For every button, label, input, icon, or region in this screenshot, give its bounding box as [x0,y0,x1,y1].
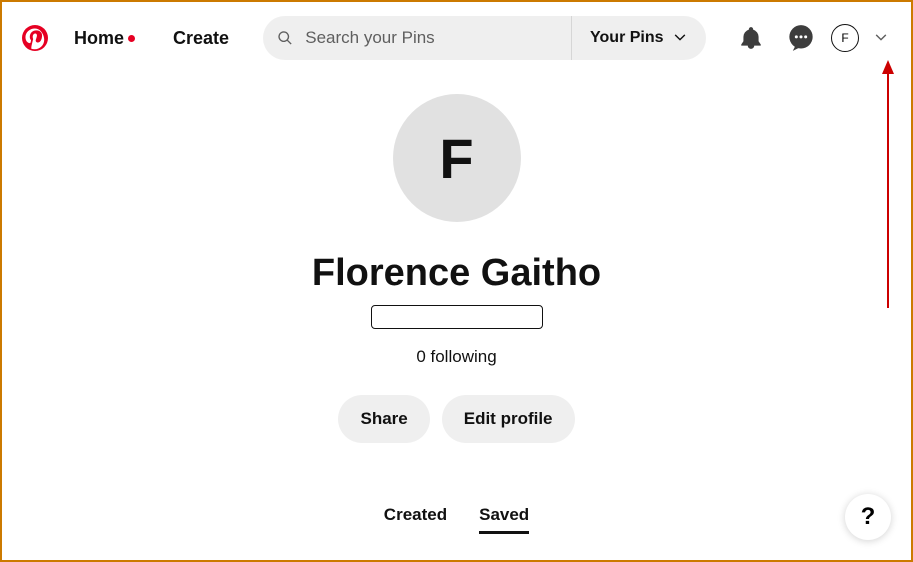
message-icon [787,24,815,52]
home-label: Home [74,28,124,49]
tab-saved[interactable]: Saved [479,505,529,534]
notifications-button[interactable] [731,18,771,58]
profile-section: F Florence Gaitho 0 following Share Edit… [2,74,911,534]
top-header: Home Create Your Pins [2,2,911,74]
profile-tabs: Created Saved [384,505,529,534]
header-avatar-initial: F [841,31,848,45]
following-count[interactable]: 0 following [416,347,496,367]
help-button[interactable]: ? [845,494,891,540]
create-link[interactable]: Create [159,28,243,49]
share-button[interactable]: Share [338,395,429,443]
messages-button[interactable] [781,18,821,58]
home-link[interactable]: Home [60,28,149,49]
create-label: Create [173,28,229,49]
search-filter-button[interactable]: Your Pins [571,16,706,60]
search-icon [277,29,293,47]
chevron-down-icon [672,30,688,46]
search-input[interactable] [305,28,557,48]
search-input-area[interactable] [263,28,571,48]
search-bar: Your Pins [263,16,706,60]
profile-avatar-initial: F [439,126,473,191]
tab-created[interactable]: Created [384,505,447,534]
search-filter-label: Your Pins [590,29,664,47]
notification-dot-icon [128,35,135,42]
profile-name: Florence Gaitho [312,252,601,295]
pinterest-logo[interactable] [20,23,50,53]
edit-profile-button[interactable]: Edit profile [442,395,575,443]
profile-avatar: F [393,94,521,222]
profile-actions: Share Edit profile [338,395,574,443]
bell-icon [738,25,764,51]
annotation-arrow-icon [875,60,901,310]
chevron-down-icon [873,30,889,46]
profile-id-box [371,305,543,329]
header-avatar[interactable]: F [831,24,859,52]
help-label: ? [861,503,876,531]
pinterest-icon [22,25,48,51]
account-menu-button[interactable] [869,18,893,58]
